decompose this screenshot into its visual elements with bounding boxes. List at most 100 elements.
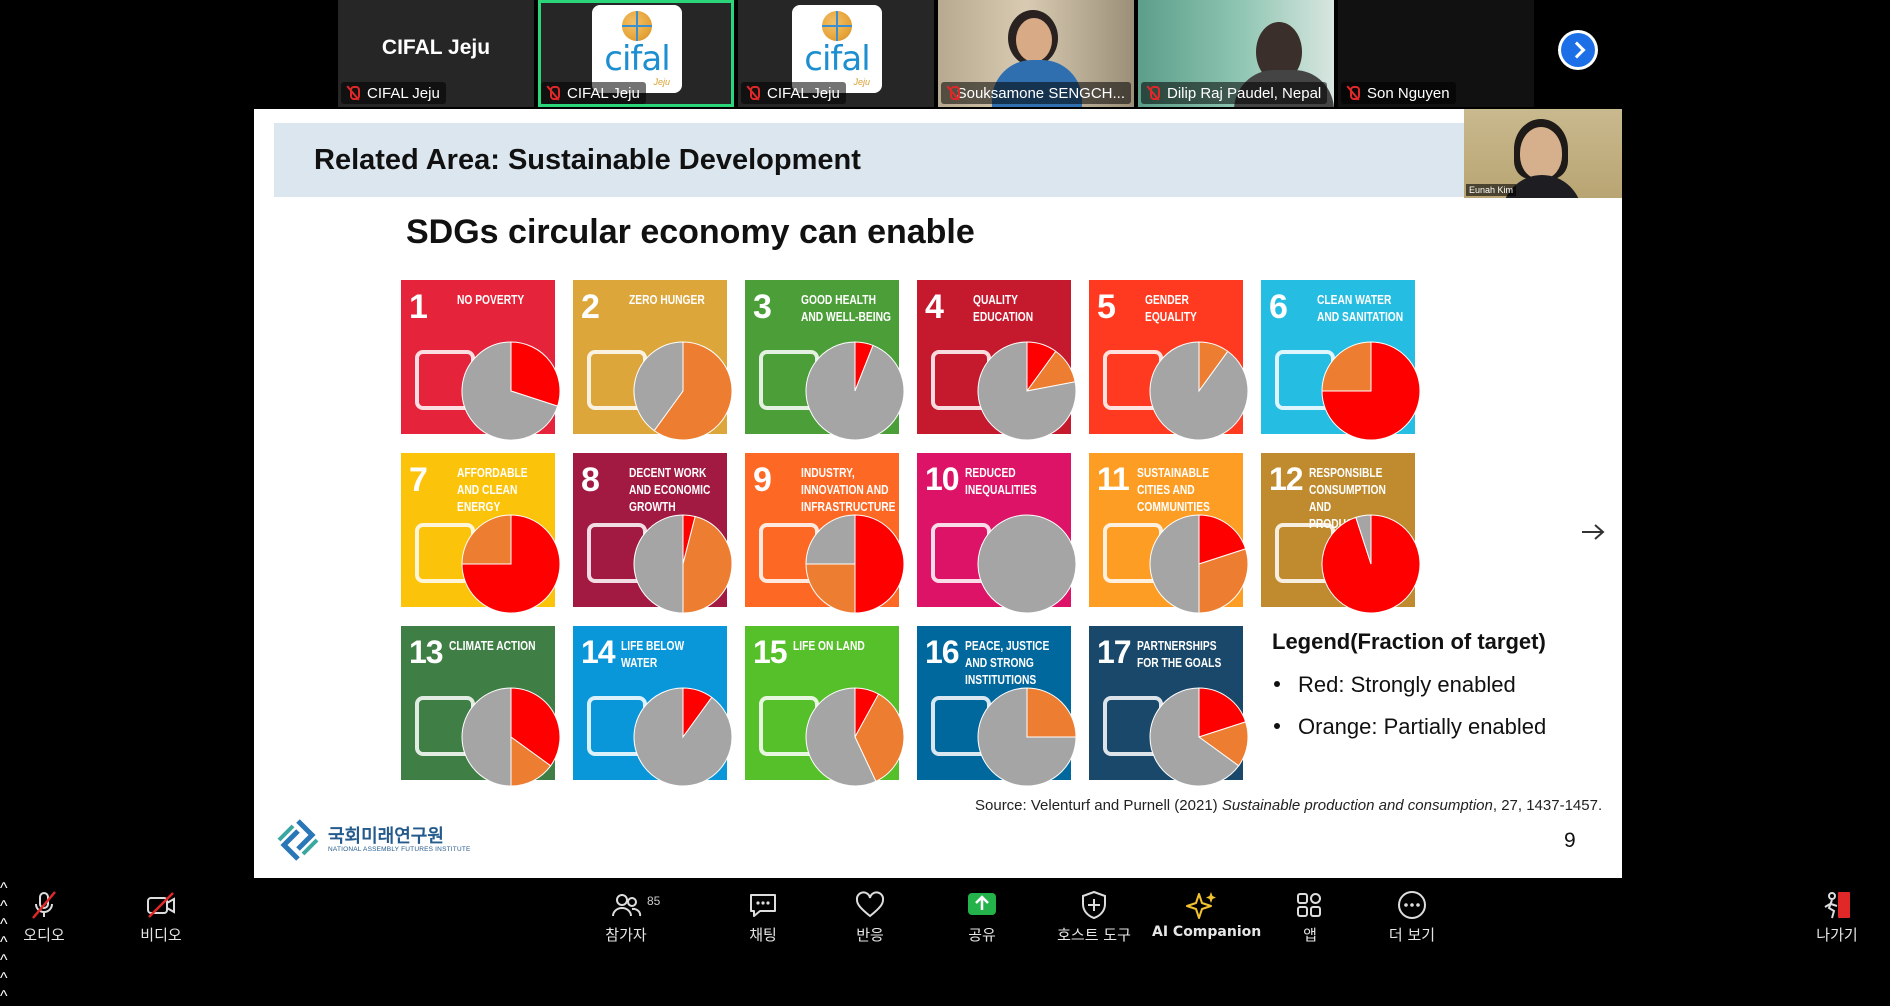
pie-slice-rest: [633, 514, 684, 614]
logo-sub: Jeju: [853, 77, 870, 87]
sdg-pie-10: [977, 514, 1077, 614]
sdg-label: GOOD HEALTH AND WELL-BEING: [801, 293, 891, 324]
sdg-tile-10: 10 REDUCED INEQUALITIES: [917, 453, 1077, 614]
sdg-tile-11: 11 SUSTAINABLE CITIES AND COMMUNITIES: [1089, 453, 1249, 614]
sdg-tile-12: 12RESPONSIBLE CONSUMPTION AND PRODUCTION: [1261, 453, 1421, 614]
slide-next-arrow-icon[interactable]: [1580, 522, 1606, 542]
speaker-face: [1520, 127, 1562, 179]
participant-name: CIFAL Jeju: [567, 84, 640, 102]
share-screen-icon: [968, 893, 996, 915]
sdg-tile-15: 15 LIFE ON LAND: [745, 626, 905, 787]
sdg-number: 3: [753, 288, 772, 326]
apps-icon: [1297, 893, 1321, 917]
logo-english-text: NATIONAL ASSEMBLY FUTURES INSTITUTE: [328, 846, 471, 853]
sdg-tile-6: 6 CLEAN WATER AND SANITATION: [1261, 280, 1421, 441]
participants-button[interactable]: 참가자: [576, 888, 676, 944]
apps-options-caret-icon[interactable]: ^: [0, 988, 1890, 1006]
participant-name: Souksamone SENGCH...: [956, 84, 1125, 102]
participant-tile-active-speaker[interactable]: cifal Jeju CIFAL Jeju: [538, 0, 734, 107]
mic-muted-icon: [945, 85, 959, 101]
chat-label: 채팅: [749, 926, 777, 944]
sdg-tile-4: 4 QUALITY EDUCATION: [917, 280, 1077, 441]
legend-item-label: Red: Strongly enabled: [1298, 672, 1516, 697]
participant-name: CIFAL Jeju: [767, 84, 840, 102]
leave-icon: [1824, 892, 1850, 919]
globe-icon: [622, 11, 652, 41]
speaker-thumbnail[interactable]: Eunah Kim: [1464, 109, 1622, 198]
logo-word: cifal: [604, 39, 670, 79]
sdg-pie-14: [633, 687, 733, 787]
more-icon: [1398, 891, 1426, 919]
chat-icon: [750, 894, 776, 917]
more-button[interactable]: 더 보기: [1362, 888, 1462, 944]
share-options-caret-icon[interactable]: ^: [0, 970, 1890, 988]
sdg-pie-2: [633, 341, 733, 441]
pie-slice-rest: [461, 687, 512, 787]
meeting-toolbar: 오디오 ^ 비디오 ^ 참가자 85 ^ 채팅 ^ 반응 ^ 공유 ^ 호스트 …: [0, 880, 1890, 1005]
ai-companion-button[interactable]: AI Companion: [1152, 888, 1262, 944]
sdg-label: INDUSTRY, INNOVATION AND INFRASTRUCTURE: [801, 466, 896, 514]
sdg-pie-5: [1149, 341, 1249, 441]
pie-slice-rest: [805, 341, 905, 441]
sdg-number: 14: [581, 634, 616, 670]
host-tools-label: 호스트 도구: [1057, 926, 1131, 944]
pie-slice-rest: [977, 514, 1077, 614]
participant-name-bar: Son Nguyen: [1341, 82, 1456, 104]
participant-tile[interactable]: Son Nguyen: [1338, 0, 1534, 107]
participant-tile[interactable]: CIFAL Jeju CIFAL Jeju: [338, 0, 534, 107]
ai-companion-label: AI Companion: [1152, 924, 1262, 940]
participant-name-bar: Souksamone SENGCH...: [941, 82, 1131, 104]
sdg-number: 11: [1097, 461, 1130, 497]
mic-muted-icon: [745, 85, 761, 101]
participant-strip: CIFAL Jeju CIFAL Jeju cifal Jeju CIFAL Je…: [338, 0, 1540, 107]
mic-muted-icon: [32, 891, 56, 919]
apps-button[interactable]: 앱: [1260, 888, 1360, 944]
legend-item-orange: Orange: Partially enabled: [1274, 714, 1546, 740]
participant-tile[interactable]: cifal Jeju CIFAL Jeju: [738, 0, 934, 107]
page-number: 9: [1564, 829, 1576, 852]
sdg-number: 13: [409, 634, 444, 670]
sdg-number: 2: [581, 288, 600, 326]
bullet-icon: [1274, 681, 1280, 688]
sdg-tile-7: 7 AFFORDABLE AND CLEAN ENERGY: [401, 453, 561, 614]
video-label: 비디오: [140, 926, 182, 944]
sdg-label: QUALITY EDUCATION: [973, 293, 1034, 324]
leave-button[interactable]: 나가기: [1787, 888, 1887, 944]
sparkle-icon: [1186, 892, 1216, 919]
globe-icon: [822, 11, 852, 41]
sdg-pie-7: [461, 514, 561, 614]
participant-tile-video[interactable]: Souksamone SENGCH...: [938, 0, 1134, 107]
reactions-options-caret-icon[interactable]: ^: [0, 952, 1890, 970]
reactions-label: 반응: [856, 926, 884, 944]
pie-slice-rest: [1149, 341, 1249, 441]
sdg-label: CLIMATE ACTION: [449, 639, 536, 653]
next-participants-icon[interactable]: [1558, 30, 1598, 70]
host-tools-button[interactable]: 호스트 도구: [1044, 888, 1144, 944]
sdg-label: AFFORDABLE AND CLEAN ENERGY: [457, 466, 528, 514]
audio-button[interactable]: 오디오: [0, 888, 94, 944]
pie-slice-rest: [1149, 514, 1200, 614]
apps-label: 앱: [1303, 926, 1317, 944]
sdg-pie-17: [1149, 687, 1249, 787]
sdg-number: 15: [753, 634, 788, 670]
sdg-tile-17: 17 PARTNERSHIPS FOR THE GOALS: [1089, 626, 1249, 787]
sdg-number: 8: [581, 461, 600, 499]
share-button[interactable]: 공유: [932, 888, 1032, 944]
heart-icon: [855, 891, 885, 918]
participant-tile-video[interactable]: Dilip Raj Paudel, Nepal: [1138, 0, 1334, 107]
sdg-label: NO POVERTY: [457, 293, 525, 307]
pie-slice-rest: [805, 514, 856, 565]
sdg-number: 9: [753, 461, 772, 499]
sdg-label: ZERO HUNGER: [629, 293, 705, 307]
sdg-pie-11: [1149, 514, 1249, 614]
sdg-label: LIFE ON LAND: [793, 639, 865, 653]
video-button[interactable]: 비디오: [111, 888, 211, 944]
pie-slice-strong: [854, 514, 905, 614]
shield-icon: [1082, 890, 1106, 920]
sdg-pie-9: [805, 514, 905, 614]
sdg-pie-6: [1321, 341, 1421, 441]
sdg-label: REDUCED INEQUALITIES: [965, 466, 1037, 497]
sdg-label: PARTNERSHIPS FOR THE GOALS: [1137, 639, 1222, 670]
reactions-button[interactable]: 반응: [820, 888, 920, 944]
chat-button[interactable]: 채팅: [713, 888, 813, 944]
